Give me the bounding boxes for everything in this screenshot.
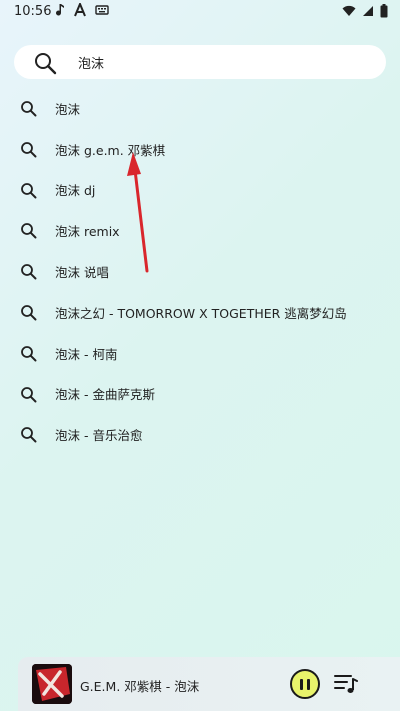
suggestion-item[interactable]: 泡沫 - 音乐治愈 <box>0 414 400 455</box>
suggestion-item[interactable]: 泡沫 说唱 <box>0 251 400 292</box>
mini-player[interactable]: G.E.M. 邓紫棋 - 泡沫 <box>18 657 400 711</box>
status-bar: 10:56 <box>0 0 400 24</box>
status-left-icons <box>55 3 109 17</box>
suggestion-label: 泡沫 说唱 <box>55 265 109 281</box>
search-icon <box>21 264 37 280</box>
now-playing-title: G.E.M. 邓紫棋 - 泡沫 <box>80 679 200 694</box>
suggestion-item[interactable]: 泡沫 remix <box>0 210 400 251</box>
suggestion-item[interactable]: 泡沫 g.e.m. 邓紫棋 <box>0 129 400 170</box>
suggestion-label: 泡沫 remix <box>55 224 120 240</box>
suggestion-label: 泡沫 g.e.m. 邓紫棋 <box>55 142 166 158</box>
playlist-icon[interactable] <box>334 673 358 695</box>
search-icon <box>21 386 37 403</box>
suggestion-item[interactable]: 泡沫 - 柯南 <box>0 333 400 374</box>
album-art[interactable] <box>32 664 72 704</box>
suggestion-label: 泡沫 <box>55 101 81 117</box>
suggestion-label: 泡沫之幻 - TOMORROW X TOGETHER 逃离梦幻岛 <box>55 305 347 321</box>
suggestion-label: 泡沫 dj <box>55 183 96 199</box>
wifi-icon <box>342 5 356 16</box>
search-icon <box>21 141 37 158</box>
search-icon <box>21 182 37 199</box>
suggestion-item[interactable]: 泡沫 dj <box>0 170 400 211</box>
keyboard-icon <box>95 5 109 15</box>
text-a-icon <box>74 3 86 17</box>
signal-icon <box>363 6 373 16</box>
suggestion-list: 泡沫 泡沫 g.e.m. 邓紫棋 泡沫 dj 泡沫 remix 泡沫 说唱 泡沫… <box>0 88 400 455</box>
search-icon <box>21 427 37 443</box>
suggestion-item[interactable]: 泡沫 - 金曲萨克斯 <box>0 374 400 415</box>
battery-icon <box>380 4 388 18</box>
search-icon <box>21 101 37 117</box>
pause-icon <box>300 678 303 690</box>
search-icon <box>21 223 37 239</box>
pause-icon <box>307 678 310 690</box>
search-icon[interactable] <box>33 51 57 75</box>
suggestion-item[interactable]: 泡沫之幻 - TOMORROW X TOGETHER 逃离梦幻岛 <box>0 292 400 333</box>
search-box[interactable] <box>14 45 386 79</box>
search-icon <box>21 345 37 362</box>
suggestion-label: 泡沫 - 柯南 <box>55 346 118 362</box>
album-art-image <box>32 664 72 704</box>
status-right-icons <box>342 4 388 18</box>
status-time: 10:56 <box>14 4 52 19</box>
suggestion-label: 泡沫 - 音乐治愈 <box>55 428 143 444</box>
search-icon <box>21 305 37 321</box>
pause-button[interactable] <box>290 669 320 699</box>
suggestion-item[interactable]: 泡沫 <box>0 88 400 129</box>
suggestion-label: 泡沫 - 金曲萨克斯 <box>55 387 155 403</box>
search-input[interactable] <box>78 51 368 73</box>
music-note-icon <box>56 4 64 16</box>
